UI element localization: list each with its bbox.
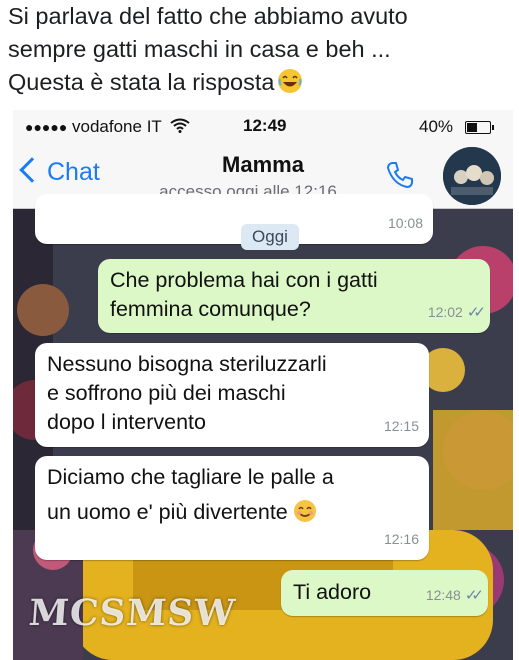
- carrier-name: vodafone IT: [72, 117, 162, 136]
- chat-screenshot: ●●●●● vodafone IT 12:49 40% Chat Mamma .…: [13, 110, 513, 660]
- read-ticks-icon: ✓✓: [464, 587, 484, 604]
- smiling-emoji-icon: [293, 500, 316, 522]
- message-text-line: un uomo e' più divertente: [47, 498, 316, 527]
- status-time: 12:49: [243, 116, 287, 135]
- message-text-line: e soffrono più dei maschi: [47, 381, 286, 405]
- message-meta: 12:02 ✓✓: [427, 298, 486, 327]
- message-time: 12:15: [383, 418, 419, 434]
- caption-line-2: sempre gatti maschi in casa e beh ...: [8, 36, 391, 62]
- post-caption: Si parlava del fatto che abbiamo avuto s…: [8, 0, 513, 99]
- outgoing-message-bubble[interactable]: Che problema hai con i gatti femmina com…: [98, 259, 490, 333]
- wifi-icon: [170, 118, 190, 133]
- date-separator: Oggi: [241, 224, 299, 250]
- battery-icon: [465, 121, 494, 134]
- message-text-line: Che problema hai con i gatti: [110, 268, 378, 292]
- status-bar: ●●●●● vodafone IT 12:49 40%: [13, 110, 513, 144]
- laughing-emoji-icon: [278, 69, 303, 93]
- contact-name[interactable]: Mamma: [13, 152, 513, 178]
- battery-fill: [467, 123, 477, 132]
- caption-line-3: Questa è stata la risposta: [8, 66, 513, 99]
- message-text-line: Ti adoro: [293, 580, 372, 604]
- message-time: 10:08: [387, 215, 423, 231]
- watermark: MCSMSW: [27, 592, 238, 634]
- message-text-line: dopo l intervento: [47, 410, 206, 434]
- incoming-message-bubble[interactable]: Nessuno bisogna steriluzzarli e soffrono…: [35, 343, 429, 447]
- battery-percent: 40%: [419, 117, 454, 136]
- contact-avatar[interactable]: [443, 147, 501, 205]
- message-time: 12:02: [427, 304, 463, 320]
- message-meta: 12:48 ✓✓: [425, 581, 484, 610]
- outgoing-message-bubble[interactable]: Ti adoro 12:48 ✓✓: [281, 570, 488, 616]
- partial-message-bubble: 10:08: [35, 194, 433, 244]
- phone-icon[interactable]: [385, 160, 415, 190]
- message-text-line: femmina comunque?: [110, 297, 311, 321]
- read-ticks-icon: ✓✓: [466, 304, 486, 321]
- message-text-line: Diciamo che tagliare le palle a: [47, 465, 334, 489]
- message-time: 12:16: [383, 531, 419, 547]
- caption-line-1: Si parlava del fatto che abbiamo avuto: [8, 3, 408, 29]
- incoming-message-bubble[interactable]: Diciamo che tagliare le palle a un uomo …: [35, 456, 429, 560]
- signal-strength-icon: ●●●●●: [25, 119, 68, 135]
- message-text-line: Nessuno bisogna steriluzzarli: [47, 352, 327, 376]
- message-time: 12:48: [425, 587, 461, 603]
- carrier-info: ●●●●● vodafone IT: [25, 117, 190, 137]
